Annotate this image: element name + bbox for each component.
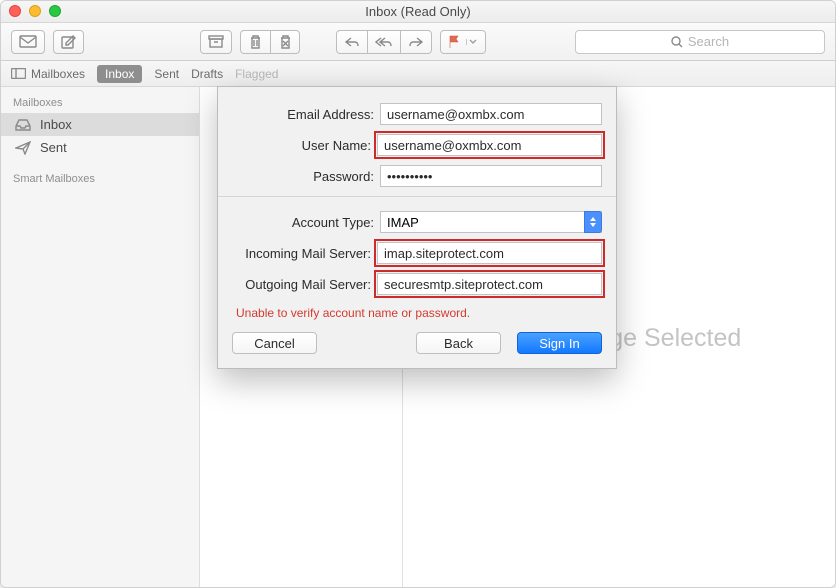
account-type-select[interactable]: IMAP	[380, 211, 602, 233]
window-title: Inbox (Read Only)	[365, 4, 471, 19]
sidebar-heading-smart: Smart Mailboxes	[1, 169, 199, 189]
label-username: User Name:	[232, 138, 377, 153]
divider	[218, 196, 616, 197]
inbox-icon	[15, 119, 31, 131]
delete-button[interactable]	[240, 30, 270, 54]
get-mail-button[interactable]	[11, 30, 45, 54]
zoom-window-button[interactable]	[49, 5, 61, 17]
mailboxes-label: Mailboxes	[31, 67, 85, 81]
outgoing-server-field[interactable]	[377, 273, 602, 295]
minimize-window-button[interactable]	[29, 5, 41, 17]
flag-dropdown-icon[interactable]	[466, 39, 478, 45]
app-window: Inbox (Read Only)	[0, 0, 836, 588]
sidebar-item-label: Sent	[40, 140, 67, 155]
error-message: Unable to verify account name or passwor…	[232, 304, 602, 332]
incoming-server-field[interactable]	[377, 242, 602, 264]
archive-button[interactable]	[200, 30, 232, 54]
reply-all-button[interactable]	[367, 30, 400, 54]
username-field[interactable]	[377, 134, 602, 156]
sent-icon	[15, 141, 31, 155]
search-field[interactable]: Search	[575, 30, 825, 54]
account-setup-sheet: Email Address: User Name: Password: Acco…	[217, 86, 617, 369]
search-placeholder: Search	[688, 34, 729, 49]
reply-button[interactable]	[336, 30, 367, 54]
favorites-bar: Mailboxes Inbox Sent Drafts Flagged	[1, 61, 835, 87]
label-password: Password:	[232, 169, 380, 184]
flag-icon	[448, 35, 460, 49]
email-field[interactable]	[380, 103, 602, 125]
search-icon	[671, 36, 683, 48]
favorite-sent[interactable]: Sent	[154, 67, 179, 81]
password-field[interactable]	[380, 165, 602, 187]
mailboxes-toggle[interactable]: Mailboxes	[11, 67, 85, 81]
label-email: Email Address:	[232, 107, 380, 122]
label-incoming: Incoming Mail Server:	[232, 246, 377, 261]
sidebar-heading-mailboxes: Mailboxes	[1, 93, 199, 113]
compose-button[interactable]	[53, 30, 84, 54]
favorite-flagged[interactable]: Flagged	[235, 67, 278, 81]
reply-group	[336, 30, 432, 54]
favorite-drafts[interactable]: Drafts	[191, 67, 223, 81]
traffic-lights	[9, 5, 61, 17]
close-window-button[interactable]	[9, 5, 21, 17]
back-button[interactable]: Back	[416, 332, 501, 354]
sidebar-item-sent[interactable]: Sent	[1, 136, 199, 159]
cancel-button[interactable]: Cancel	[232, 332, 317, 354]
forward-button[interactable]	[400, 30, 432, 54]
junk-button[interactable]	[270, 30, 300, 54]
delete-group	[240, 30, 300, 54]
flag-button[interactable]	[440, 30, 486, 54]
sidebar-icon	[11, 68, 26, 79]
label-account-type: Account Type:	[232, 215, 380, 230]
toolbar: Search	[1, 23, 835, 61]
select-stepper-icon[interactable]	[584, 211, 602, 233]
label-outgoing: Outgoing Mail Server:	[232, 277, 377, 292]
sidebar: Mailboxes Inbox Sent Smart Mailboxes	[1, 87, 200, 588]
sidebar-item-label: Inbox	[40, 117, 72, 132]
sign-in-button[interactable]: Sign In	[517, 332, 602, 354]
titlebar: Inbox (Read Only)	[1, 1, 835, 23]
favorite-inbox[interactable]: Inbox	[97, 65, 142, 83]
sidebar-item-inbox[interactable]: Inbox	[1, 113, 199, 136]
